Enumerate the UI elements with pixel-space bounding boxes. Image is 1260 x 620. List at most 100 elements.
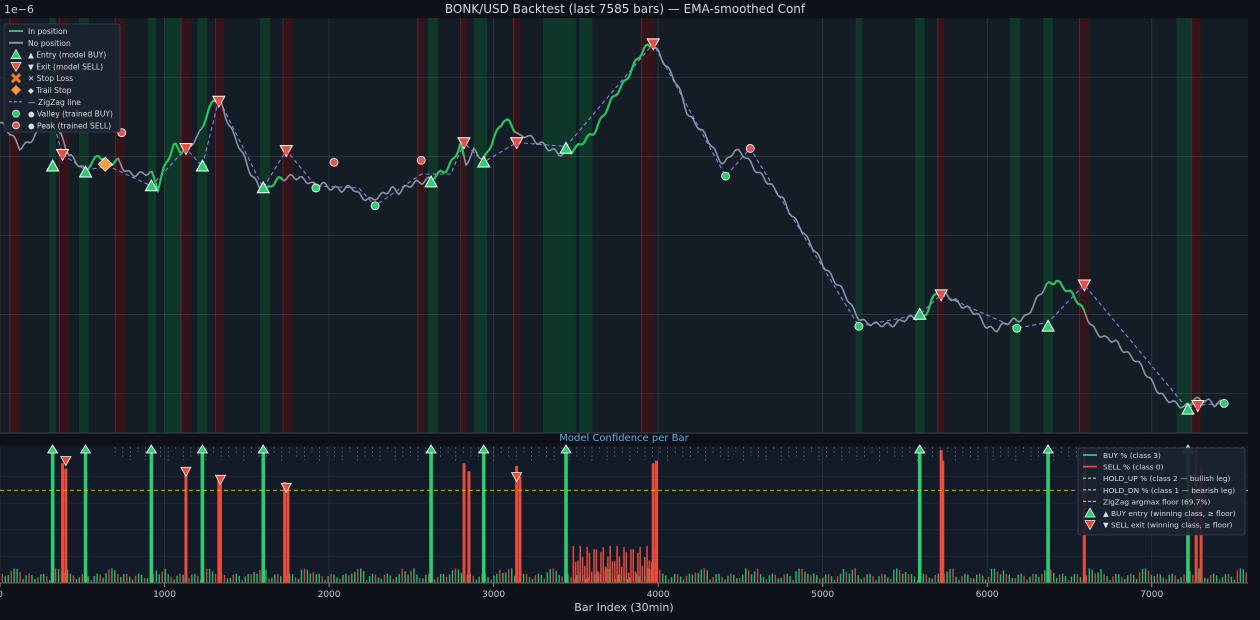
confidence-noise-bar	[878, 576, 880, 583]
confidence-noise-bar	[37, 577, 39, 583]
confidence-noise-bar	[34, 578, 36, 583]
confidence-noise-bar	[437, 576, 439, 583]
confidence-noise-bar	[869, 573, 871, 583]
confidence-noise-bar	[1180, 577, 1182, 583]
confidence-noise-bar	[670, 577, 673, 583]
confidence-noise-bar	[1168, 575, 1170, 583]
confidence-noise-bar	[164, 568, 166, 583]
buy-spike-bar	[149, 450, 154, 583]
confidence-noise-bar	[688, 573, 691, 583]
confidence-noise-bar	[191, 574, 193, 583]
confidence-noise-bar	[697, 572, 700, 583]
confidence-noise-bar	[1183, 574, 1185, 583]
exit-peak-dot	[461, 142, 467, 147]
confidence-noise-bar	[1017, 574, 1019, 583]
confidence-sell-cluster-bar	[639, 546, 641, 583]
confidence-noise-bar	[280, 576, 282, 583]
confidence-noise-bar	[990, 568, 993, 583]
confidence-sell-cluster-bar	[634, 571, 637, 583]
conf-legend-label-sell-exit: ▼ SELL exit (winning class, ≥ floor)	[1103, 521, 1233, 530]
red-shade-band	[460, 18, 468, 433]
confidence-noise-bar	[786, 573, 788, 583]
confidence-noise-bar	[182, 574, 184, 583]
confidence-sell-cluster-bar	[643, 557, 646, 583]
confidence-noise-bar	[108, 569, 110, 583]
buy-spike-bar	[50, 450, 55, 583]
green-shade-band	[473, 18, 488, 433]
peak-marker	[329, 157, 339, 167]
confidence-noise-bar	[274, 574, 276, 583]
confidence-noise-bar	[1029, 576, 1031, 583]
confidence-noise-bar	[214, 574, 217, 583]
confidence-noise-bar	[362, 571, 365, 583]
confidence-noise-bar	[105, 573, 107, 583]
confidence-noise-bar	[114, 570, 116, 583]
confidence-noise-bar	[265, 569, 267, 583]
confidence-noise-bar	[1, 573, 4, 583]
confidence-noise-bar	[19, 572, 21, 583]
confidence-noise-bar	[1227, 573, 1230, 583]
confidence-noise-bar	[176, 575, 178, 583]
confidence-noise-bar	[247, 573, 249, 583]
confidence-noise-bar	[736, 578, 738, 583]
confidence-noise-bar	[208, 568, 211, 583]
confidence-noise-bar	[1156, 573, 1159, 583]
confidence-noise-bar	[1115, 573, 1117, 583]
confidence-noise-bar	[357, 568, 359, 583]
confidence-sell-cluster-bar	[572, 545, 575, 583]
confidence-sell-cluster-bar	[618, 556, 621, 583]
x-tick-label: 6000	[976, 590, 999, 600]
confidence-noise-bar	[380, 578, 383, 583]
confidence-noise-bar	[937, 573, 939, 583]
confidence-noise-bar	[854, 568, 856, 583]
valley-marker	[721, 171, 731, 181]
confidence-noise-bar	[1035, 574, 1037, 583]
green-shade-band	[1010, 18, 1021, 433]
exit-peak-dot	[650, 43, 656, 49]
confidence-noise-bar	[321, 576, 323, 583]
confidence-sell-cluster-bar	[625, 552, 628, 583]
confidence-noise-bar	[996, 571, 999, 583]
confidence-noise-bar	[543, 578, 546, 583]
confidence-sell-cluster-bar	[614, 561, 616, 583]
confidence-noise-bar	[81, 574, 84, 583]
confidence-noise-bar	[1177, 579, 1179, 583]
buy-spike-bar	[83, 450, 88, 583]
confidence-noise-bar	[662, 573, 664, 583]
confidence-noise-bar	[1147, 570, 1150, 583]
legend-label-trail-stop: ◆ Trail Stop	[28, 86, 72, 95]
confidence-noise-bar	[1165, 578, 1167, 583]
confidence-noise-bar	[342, 575, 344, 583]
green-shade-band	[164, 18, 181, 433]
confidence-noise-bar	[984, 579, 987, 583]
confidence-noise-bar	[197, 575, 199, 583]
legend-label-no-position: No position	[28, 39, 71, 48]
confidence-sell-cluster-bar	[607, 556, 609, 583]
confidence-noise-bar	[1150, 574, 1153, 583]
confidence-noise-bar	[487, 576, 489, 583]
confidence-noise-bar	[753, 571, 756, 583]
confidence-noise-bar	[522, 573, 525, 583]
confidence-noise-bar	[813, 573, 815, 583]
confidence-noise-bar	[848, 573, 851, 583]
confidence-noise-bar	[665, 575, 667, 583]
buy-spike-bar	[200, 450, 205, 583]
confidence-noise-bar	[801, 568, 803, 583]
confidence-noise-bar	[531, 579, 534, 583]
confidence-noise-bar	[1070, 576, 1073, 583]
exit-peak-dot	[216, 100, 222, 106]
confidence-sell-cluster-bar	[595, 549, 598, 583]
valley-marker	[1219, 398, 1229, 408]
confidence-noise-bar	[493, 575, 495, 583]
confidence-noise-bar	[502, 573, 504, 583]
confidence-noise-bar	[910, 573, 913, 583]
sell-spike-bar	[64, 468, 68, 583]
confidence-noise-bar	[765, 579, 768, 583]
exit-peak-dot	[1195, 404, 1201, 410]
confidence-panel-title: Model Confidence per Bar	[559, 433, 689, 444]
confidence-noise-bar	[771, 573, 774, 583]
confidence-noise-bar	[928, 577, 931, 583]
confidence-noise-bar	[454, 568, 457, 583]
valley-marker	[311, 183, 321, 193]
confidence-noise-bar	[1112, 576, 1114, 583]
